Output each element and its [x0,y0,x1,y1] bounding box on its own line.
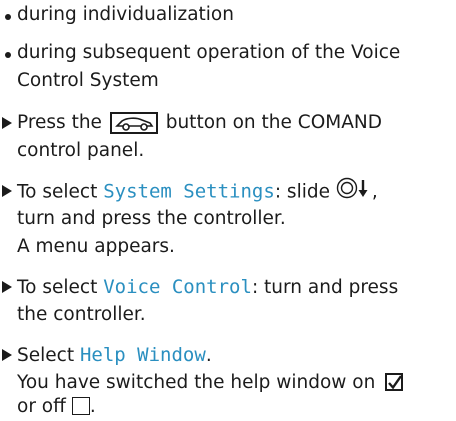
step-text: the controller. [17,304,146,325]
document-page: during individualization during subseque… [0,0,456,420]
step-text: or off. [17,393,96,421]
controller-slide-down-icon [336,177,372,208]
bullet-dot [5,14,11,20]
step-text: To select Voice Control: turn and press [17,273,398,302]
step-text-part: , [371,181,378,203]
step-text-part: : turn and press [251,277,399,298]
step-text-part: . [205,345,212,366]
step-text-part: Select [17,345,75,366]
step-text: Press the button on the COMAND [17,109,382,137]
menu-item-help-window: Help Window [79,344,206,366]
step-text-part: : slide [274,181,330,203]
step-text-part: To select [17,277,98,298]
step-text: control panel. [17,140,145,161]
step-text-part: You have switched the help window on [17,372,376,393]
step-text-part: button on the COMAND [165,112,382,133]
step-arrow-icon [2,117,12,129]
step-text-part: Press the [17,112,102,133]
step-text-part: or off [17,396,66,417]
step-text-part: . [89,396,96,417]
step-arrow-icon [2,281,12,293]
bullet-text: during individualization [17,4,234,25]
step-text-part: To select [17,181,98,203]
bullet-text: Control System [17,70,159,91]
empty-box-icon [71,397,90,415]
checked-box-icon [385,373,404,391]
car-icon [109,112,158,134]
step-arrow-icon [2,185,12,197]
step-text: turn and press the controller. [17,208,286,229]
bullet-dot [5,52,11,58]
menu-item-voice-control: Voice Control [103,276,252,298]
bullet-text: during subsequent operation of the Voice [17,42,401,63]
step-arrow-icon [2,349,12,361]
menu-item-system-settings: System Settings [103,180,275,203]
step-text: To select System Settings: slide , [17,177,378,208]
step-text: A menu appears. [17,236,175,257]
step-text: Select Help Window. [17,341,212,370]
